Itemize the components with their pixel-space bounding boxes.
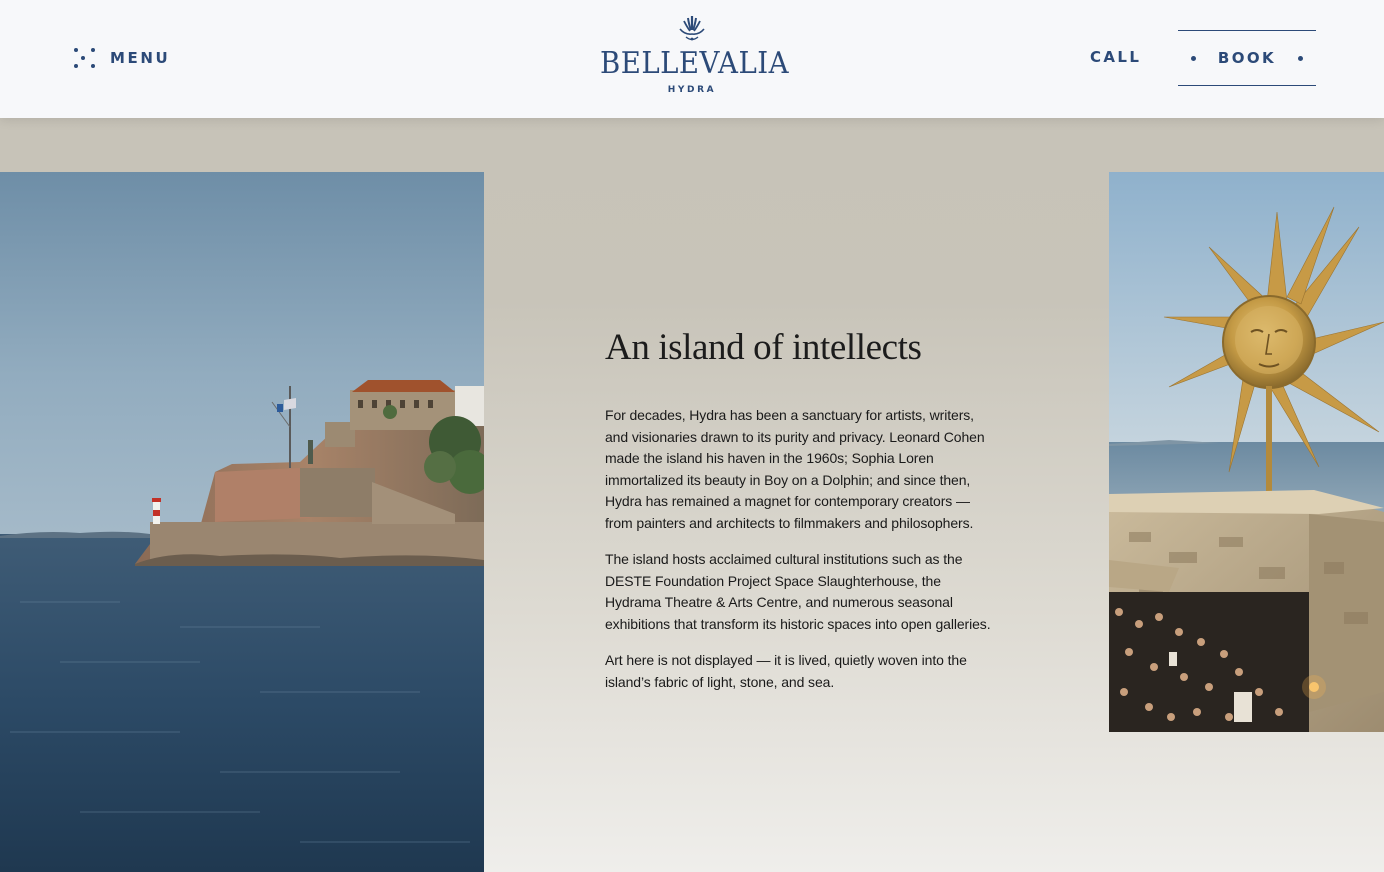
intro-section: An island of intellects For decades, Hyd… (605, 326, 1000, 693)
dot-icon (1190, 55, 1196, 61)
menu-button[interactable]: MENU (72, 47, 170, 69)
book-label: BOOK (1217, 49, 1277, 67)
paragraph: Art here is not displayed — it is lived,… (605, 652, 967, 690)
call-link[interactable]: CALL (1090, 48, 1141, 66)
site-header: MENU BELLEVALIA HYDRA CALL BOOK (0, 0, 1384, 118)
crest-icon (679, 16, 705, 41)
section-heading: An island of intellects (605, 327, 922, 368)
paragraph: The island hosts acclaimed cultural inst… (605, 551, 991, 632)
paragraph: For decades, Hydra has been a sanctuary … (605, 407, 985, 531)
dot-icon (1298, 55, 1304, 61)
logo[interactable]: BELLEVALIA HYDRA (592, 14, 792, 95)
menu-label: MENU (110, 49, 171, 67)
sun-sculpture-photo (1109, 172, 1384, 732)
logo-name: BELLEVALIA (600, 46, 789, 81)
harbour-photo (0, 172, 484, 872)
book-button[interactable]: BOOK (1178, 30, 1316, 86)
logo-subtitle: HYDRA (667, 85, 717, 95)
dots-menu-icon (72, 47, 98, 69)
